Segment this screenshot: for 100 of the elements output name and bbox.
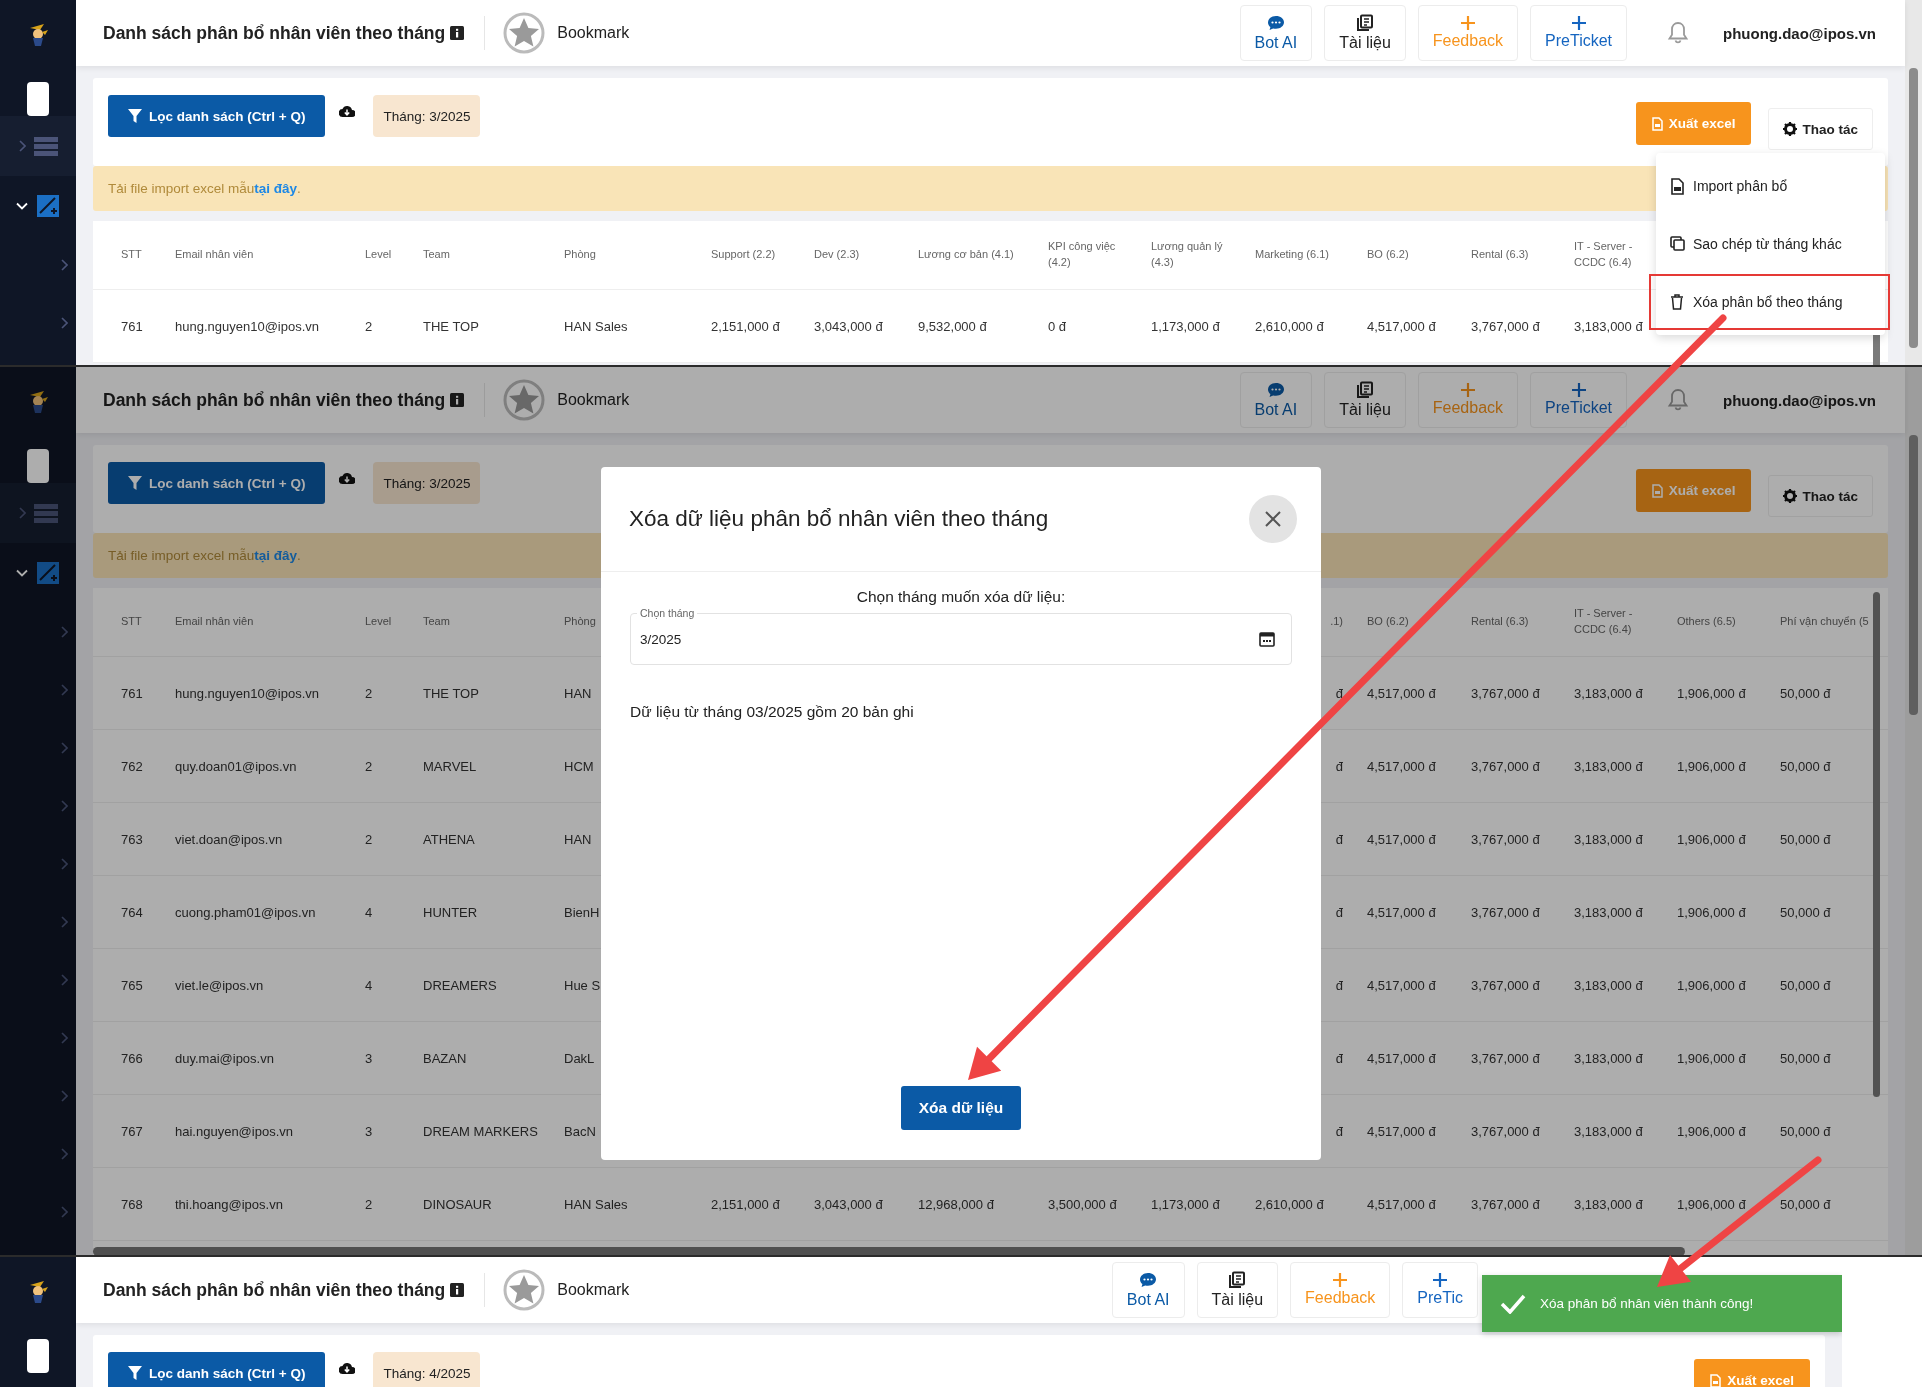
table-cell-text: 1,906,000 đ xyxy=(1677,1196,1747,1212)
app-tile-icon[interactable] xyxy=(27,82,49,116)
table-cell-text: duy.mai@ipos.vn xyxy=(175,1050,275,1066)
table-cell-text: 3,767,000 đ xyxy=(1471,904,1541,920)
plus-icon xyxy=(1460,383,1475,397)
page-title: Danh sách phân bổ nhân viên theo tháng xyxy=(103,1279,446,1301)
close-icon xyxy=(1265,511,1281,527)
book-icon xyxy=(1356,381,1374,399)
list-icon[interactable] xyxy=(34,136,58,156)
cloud-download-icon[interactable] xyxy=(339,105,356,118)
table-cell-text: 4,517,000 đ xyxy=(1367,1196,1437,1212)
ticket-button[interactable]: PreTicket xyxy=(1530,372,1628,428)
table-cell-text: 3,767,000 đ xyxy=(1471,1050,1541,1066)
column-header: Lương cơ bản (4.1) xyxy=(918,247,1015,263)
plus-icon xyxy=(1460,16,1475,30)
table-cell-text: quy.doan01@ipos.vn xyxy=(175,758,298,774)
book-icon xyxy=(1356,14,1374,32)
table-cell-text: 1,906,000 đ xyxy=(1677,1050,1747,1066)
scrollbar[interactable] xyxy=(1905,367,1922,1255)
app-tile-icon[interactable] xyxy=(27,449,49,483)
table-cell-text: 4 xyxy=(365,977,374,993)
table-cell-text: 50,000 đ xyxy=(1780,685,1832,701)
month-chip: Tháng: 4/2025 xyxy=(373,1352,481,1387)
cloud-download-icon[interactable] xyxy=(339,1362,356,1375)
docs-button[interactable]: Tài liệu xyxy=(1324,372,1406,428)
table-cell-text: 762 xyxy=(121,758,144,774)
toast-message: Xóa phân bổ nhân viên thành công! xyxy=(1540,1296,1754,1311)
chat-bubble-icon xyxy=(1266,381,1285,399)
column-header: Lương quản lý (4.3) xyxy=(1151,239,1224,270)
scrollbar[interactable] xyxy=(93,1247,1685,1255)
assistant-button[interactable]: Bot AI xyxy=(1239,5,1313,61)
assistant-button[interactable]: Bot AI xyxy=(1239,372,1313,428)
table-cell: đ xyxy=(1335,831,1343,847)
cloud-download-icon[interactable] xyxy=(339,472,356,485)
info-icon[interactable] xyxy=(450,393,465,407)
file-icon xyxy=(1710,1373,1722,1387)
trash-icon xyxy=(1670,293,1685,311)
actions-button[interactable]: Thao tác xyxy=(1768,475,1873,517)
table-cell-text: 1,173,000 đ xyxy=(1151,318,1221,334)
info-icon[interactable] xyxy=(450,26,465,40)
scrollbar[interactable] xyxy=(1905,0,1922,365)
ticket-button[interactable]: PreTicket xyxy=(1530,5,1628,61)
table-cell-text: 12,968,000 đ xyxy=(918,1196,995,1212)
table-cell-text: HUNTER xyxy=(423,904,479,920)
menu-item[interactable]: Xóa phân bổ theo tháng xyxy=(1648,273,1891,331)
table-cell: đ xyxy=(1335,977,1343,993)
table-cell-text: 3,183,000 đ xyxy=(1574,1123,1644,1139)
record-count: Dữ liệu từ tháng 03/2025 gồm 20 bản ghi xyxy=(630,703,915,721)
bookmark-label[interactable]: Bookmark xyxy=(557,24,630,42)
table-cell-text: 2,610,000 đ xyxy=(1255,1196,1325,1212)
user-email[interactable]: phuong.dao@ipos.vn xyxy=(1723,24,1876,42)
table-cell-text: 50,000 đ xyxy=(1780,1123,1832,1139)
table-cell-text: hung.nguyen10@ipos.vn xyxy=(175,318,321,334)
close-button[interactable] xyxy=(1249,495,1297,543)
column-header: KPI công việc (4.2) xyxy=(1048,239,1117,270)
bell-icon[interactable] xyxy=(1667,388,1690,412)
info-icon[interactable] xyxy=(450,1283,465,1297)
table-cell-text: THE TOP xyxy=(423,318,480,334)
filter-button[interactable]: Lọc danh sách (Ctrl + Q) xyxy=(108,95,326,137)
menu-item[interactable]: Import phân bổ xyxy=(1648,157,1891,215)
calendar-icon[interactable] xyxy=(1259,631,1275,647)
user-email[interactable]: phuong.dao@ipos.vn xyxy=(1723,391,1876,409)
chart-icon[interactable] xyxy=(36,561,60,585)
table-cell-text: ATHENA xyxy=(423,831,476,847)
delete-button[interactable]: Xóa dữ liệu xyxy=(900,1086,1022,1130)
column-header: Support (2.2) xyxy=(711,247,777,263)
table-cell-text: 3,767,000 đ xyxy=(1471,977,1541,993)
scrollbar[interactable] xyxy=(1873,592,1880,1097)
table-cell-text: 3,767,000 đ xyxy=(1471,758,1541,774)
table-cell-text: 4,517,000 đ xyxy=(1367,1123,1437,1139)
bookmark-label[interactable]: Bookmark xyxy=(557,1281,630,1299)
menu-item[interactable]: Sao chép từ tháng khác xyxy=(1648,215,1891,273)
column-header: .1) xyxy=(1330,614,1343,630)
file-icon xyxy=(1670,177,1685,195)
table-cell-text: 4,517,000 đ xyxy=(1367,685,1437,701)
table-cell-text: 3 xyxy=(365,1050,374,1066)
bookmark-label[interactable]: Bookmark xyxy=(557,391,630,409)
table-cell-text: 50,000 đ xyxy=(1780,977,1832,993)
list-icon[interactable] xyxy=(34,503,58,523)
chat-bubble-icon xyxy=(1266,14,1285,32)
column-header: Others (6.5) xyxy=(1677,614,1737,630)
docs-button[interactable]: Tài liệu xyxy=(1196,1262,1279,1318)
chart-icon[interactable] xyxy=(36,194,60,218)
table-cell-text: BAZAN xyxy=(423,1050,468,1066)
docs-button[interactable]: Tài liệu xyxy=(1324,5,1406,61)
ticket-button[interactable]: PreTic xyxy=(1402,1262,1478,1318)
bell-icon[interactable] xyxy=(1667,21,1690,45)
actions-button[interactable]: Thao tác xyxy=(1768,108,1873,150)
table-cell-text: 50,000 đ xyxy=(1780,831,1832,847)
table-cell-text: HCM xyxy=(564,758,595,774)
app-tile-icon[interactable] xyxy=(27,1339,49,1373)
table-cell: đ xyxy=(1335,758,1343,774)
table-cell-text: 4,517,000 đ xyxy=(1367,318,1437,334)
table-cell-text: HAN xyxy=(564,831,593,847)
table-cell-text: 2,151,000 đ xyxy=(711,318,781,334)
filter-button[interactable]: Lọc danh sách (Ctrl + Q) xyxy=(108,1352,326,1387)
table-cell-text: hung.nguyen10@ipos.vn xyxy=(175,685,321,701)
assistant-button[interactable]: Bot AI xyxy=(1111,1262,1185,1318)
table-cell-text: 1,906,000 đ xyxy=(1677,758,1747,774)
filter-button[interactable]: Lọc danh sách (Ctrl + Q) xyxy=(108,462,326,504)
